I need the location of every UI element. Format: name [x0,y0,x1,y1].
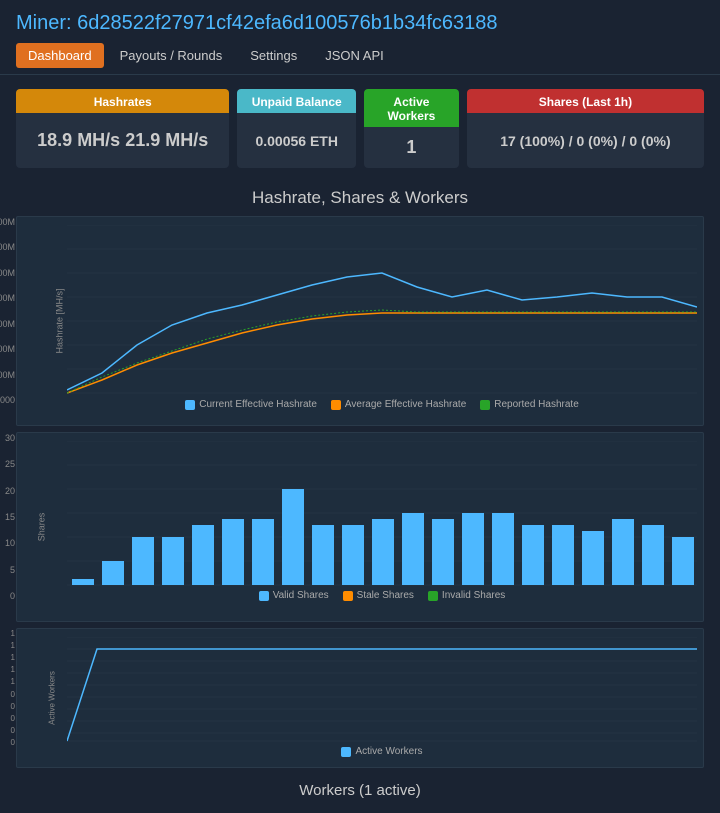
hashrate-svg [67,225,697,395]
legend-reported-hashrate: Reported Hashrate [480,399,579,410]
active-workers-card: Active Workers 1 [364,89,459,168]
hashrates-card: Hashrates 18.9 MH/s 21.9 MH/s [16,89,229,168]
navigation: Dashboard Payouts / Rounds Settings JSON… [16,43,704,68]
legend-avg-hashrate-dot [331,400,341,410]
workers-chart: 1 1 1 1 1 0 0 0 0 0 Active Workers [16,628,704,768]
unpaid-label: Unpaid Balance [237,89,356,113]
legend-reported-hashrate-label: Reported Hashrate [494,399,579,410]
hashrates-value: 18.9 MH/s 21.9 MH/s [16,113,229,168]
nav-settings[interactable]: Settings [238,43,309,68]
legend-valid-shares: Valid Shares [259,590,329,601]
workers-legend: Active Workers [67,742,697,763]
legend-invalid-label: Invalid Shares [442,590,505,601]
legend-workers-dot [341,747,351,757]
hashrate-chart: 35.0000M 30.0000M 25.0000M 20.0000M 15.0… [16,216,704,426]
shares-y-axis: 30 25 20 15 10 5 0 [0,433,15,601]
shares-card: Shares (Last 1h) 17 (100%) / 0 (0%) / 0 … [467,89,704,168]
legend-invalid-dot [428,591,438,601]
nav-payouts[interactable]: Payouts / Rounds [108,43,235,68]
shares-y-label: Shares [36,513,46,542]
chart-main-title: Hashrate, Shares & Workers [16,188,704,208]
legend-invalid-shares: Invalid Shares [428,590,505,601]
nav-dashboard[interactable]: Dashboard [16,43,104,68]
legend-active-workers: Active Workers [341,746,422,757]
legend-stale-shares: Stale Shares [343,590,414,601]
hashrate-legend: Current Effective Hashrate Average Effec… [67,395,697,416]
stats-row: Hashrates 18.9 MH/s 21.9 MH/s Unpaid Bal… [0,75,720,182]
charts-section: Hashrate, Shares & Workers 35.0000M 30.0… [0,188,720,813]
legend-avg-hashrate: Average Effective Hashrate [331,399,466,410]
legend-current-hashrate-dot [185,400,195,410]
workers-y-label: Active Workers [47,671,56,725]
workers-y-axis: 1 1 1 1 1 0 0 0 0 0 [0,629,15,747]
unpaid-card: Unpaid Balance 0.00056 ETH [237,89,356,168]
miner-address: 6d28522f27971cf42efa6d100576b1b34fc63188 [77,12,497,34]
title-prefix: Miner: [16,12,77,34]
active-workers-label: Active Workers [364,89,459,127]
legend-current-hashrate: Current Effective Hashrate [185,399,317,410]
workers-svg [67,637,697,742]
shares-chart: 30 25 20 15 10 5 0 Shares [16,432,704,622]
legend-stale-dot [343,591,353,601]
legend-reported-hashrate-dot [480,400,490,410]
hashrate-y-axis: 35.0000M 30.0000M 25.0000M 20.0000M 15.0… [0,217,15,405]
header: Miner: 6d28522f27971cf42efa6d100576b1b34… [0,0,720,75]
legend-stale-label: Stale Shares [357,590,414,601]
nav-jsonapi[interactable]: JSON API [313,43,396,68]
hashrate-y-label: Hashrate [MH/s] [55,288,65,353]
legend-valid-label: Valid Shares [273,590,329,601]
legend-current-hashrate-label: Current Effective Hashrate [199,399,317,410]
legend-avg-hashrate-label: Average Effective Hashrate [345,399,466,410]
hashrates-label: Hashrates [16,89,229,113]
legend-workers-label: Active Workers [355,746,422,757]
workers-footer-title: Workers (1 active) [16,774,704,803]
shares-legend: Valid Shares Stale Shares Invalid Shares [67,586,697,607]
shares-value: 17 (100%) / 0 (0%) / 0 (0%) [467,113,704,168]
shares-label: Shares (Last 1h) [467,89,704,113]
active-workers-value: 1 [364,127,459,168]
shares-svg [67,441,697,586]
legend-valid-dot [259,591,269,601]
page-title: Miner: 6d28522f27971cf42efa6d100576b1b34… [16,12,704,35]
unpaid-value: 0.00056 ETH [237,113,356,168]
